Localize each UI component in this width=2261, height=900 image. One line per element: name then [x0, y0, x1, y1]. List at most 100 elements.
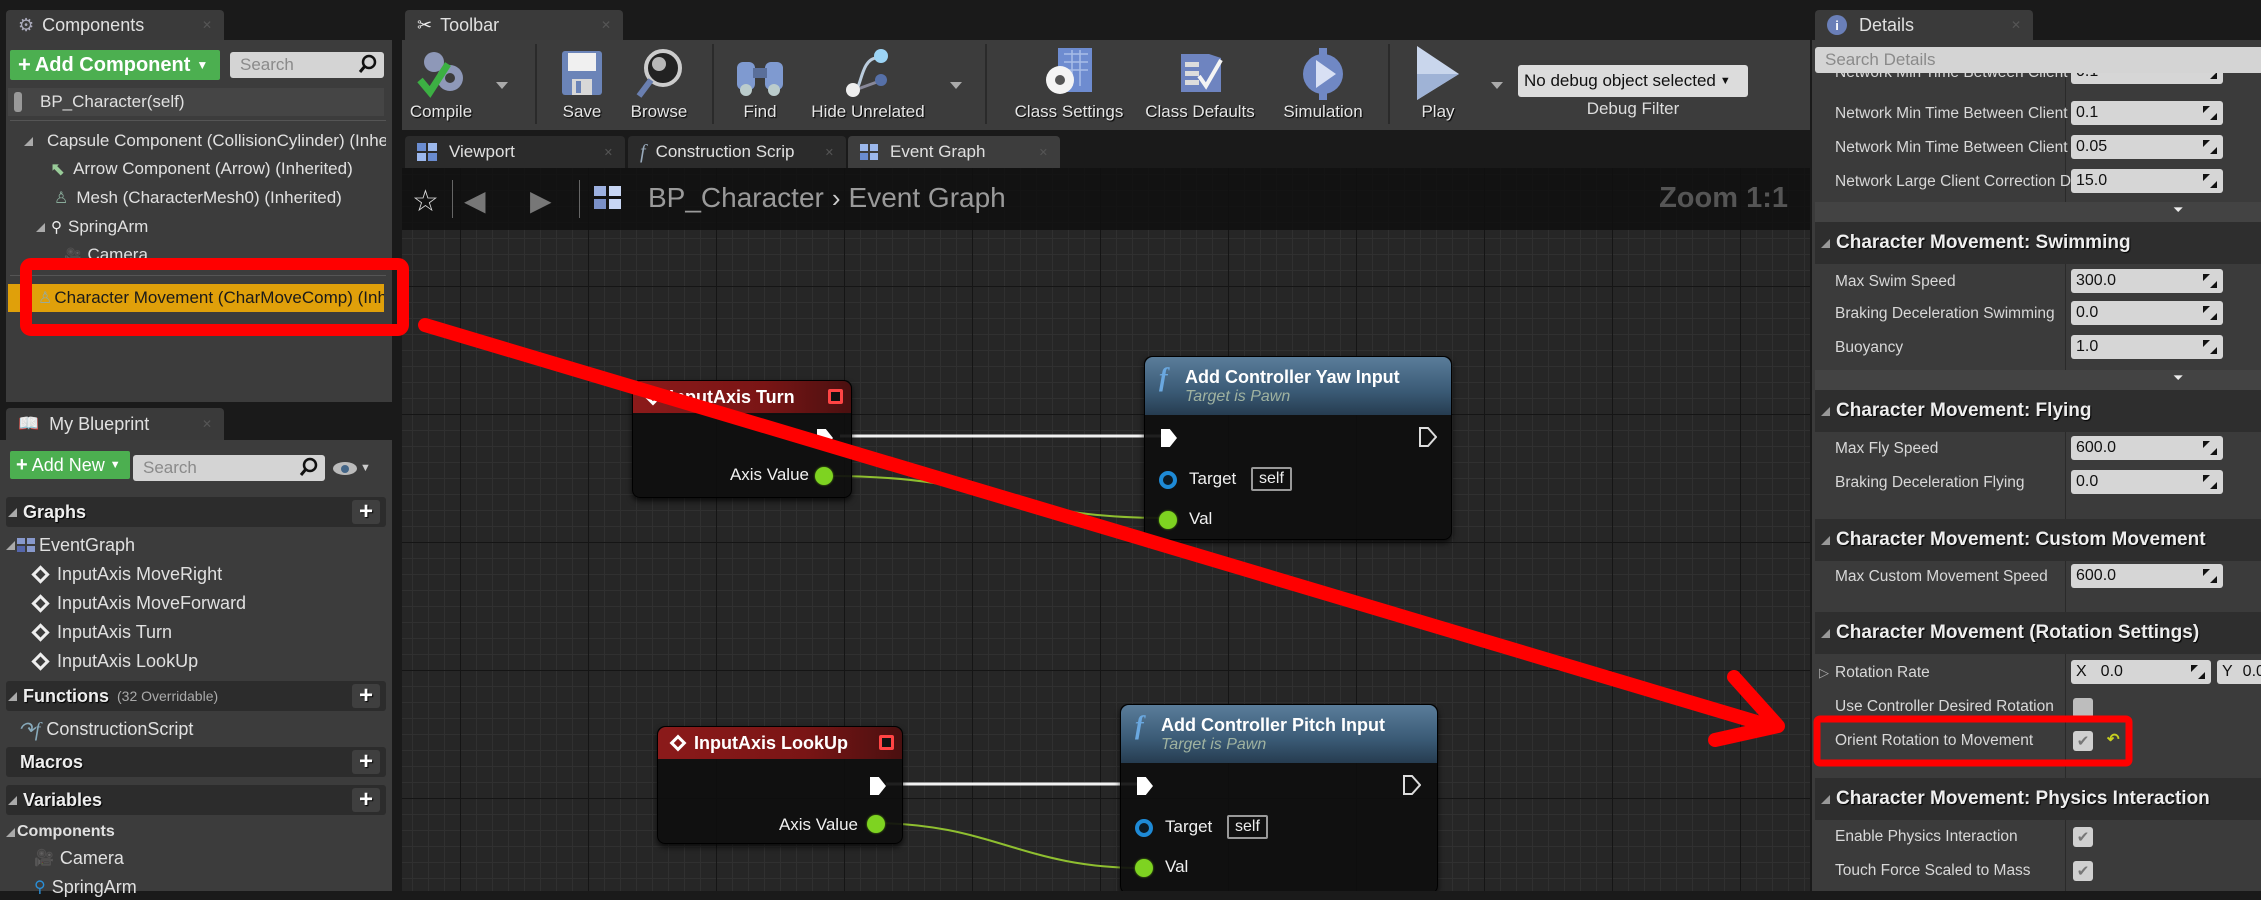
spin-icon[interactable] — [2203, 174, 2217, 188]
event-item[interactable]: InputAxis LookUp — [31, 648, 198, 674]
components-tab[interactable]: ⚙ Components ✕ — [6, 10, 224, 40]
spin-icon[interactable] — [2203, 306, 2217, 320]
node-add-controller-pitch-input[interactable]: f Add Controller Pitch Input Target is P… — [1120, 704, 1438, 891]
exec-in-pin[interactable] — [1137, 777, 1153, 795]
value-field[interactable]: 0.0 — [2071, 470, 2223, 494]
tree-item-camera[interactable]: 🎥 Camera — [64, 244, 148, 266]
exec-in-pin[interactable] — [1161, 429, 1177, 447]
val-pin[interactable] — [1135, 859, 1153, 877]
section-physics-interaction[interactable]: Character Movement: Physics Interaction — [1815, 778, 2261, 820]
value-field[interactable]: 0.05 — [2071, 135, 2223, 159]
tab-event-graph[interactable]: Event Graph ✕ — [848, 136, 1060, 168]
value-field[interactable]: 0.0 — [2071, 301, 2223, 325]
simulation-button[interactable]: Simulation — [1276, 44, 1370, 128]
event-graph-item[interactable]: EventGraph — [6, 532, 135, 558]
view-options-button[interactable]: ▼ — [333, 458, 378, 478]
my-blueprint-tab[interactable]: 📖 My Blueprint ✕ — [6, 408, 224, 440]
enable-physics-interaction-checkbox[interactable]: ✔ — [2073, 827, 2093, 847]
play-button[interactable]: Play — [1408, 44, 1468, 128]
event-item[interactable]: InputAxis Turn — [31, 619, 172, 645]
spin-icon[interactable] — [2203, 106, 2217, 120]
variable-item[interactable]: 🎥 Camera — [34, 845, 124, 871]
add-graph-button[interactable]: + — [352, 498, 380, 525]
expand-arrow-icon[interactable] — [1821, 406, 1830, 416]
expand-arrow-icon[interactable] — [6, 827, 15, 837]
target-pin[interactable] — [1159, 471, 1177, 489]
event-graph-canvas[interactable]: ☆ ◀ ▶ BP_Character › Event Graph Zoom 1:… — [402, 168, 1810, 891]
add-variable-button[interactable]: + — [352, 786, 380, 813]
variables-section[interactable]: Variables + — [6, 785, 386, 815]
toolbar-tab[interactable]: ✂ Toolbar ✕ — [405, 10, 623, 40]
tab-viewport[interactable]: Viewport ✕ — [405, 136, 625, 168]
graphs-section[interactable]: Graphs + — [6, 497, 386, 527]
exec-out-pin[interactable] — [817, 429, 833, 447]
value-field[interactable]: 600.0 — [2071, 436, 2223, 460]
save-button[interactable]: Save — [555, 44, 609, 128]
exec-out-pin[interactable] — [1403, 775, 1421, 795]
expand-arrow-icon[interactable] — [1821, 238, 1830, 248]
close-icon[interactable]: ✕ — [601, 18, 611, 32]
expand-arrow-icon[interactable] — [8, 507, 17, 517]
value-field[interactable]: 15.0 — [2071, 169, 2223, 193]
compile-button[interactable]: Compile — [406, 44, 476, 128]
exec-out-pin[interactable] — [1419, 427, 1437, 447]
play-options-dropdown[interactable] — [1491, 82, 1503, 89]
axis-value-pin[interactable] — [815, 467, 833, 485]
tree-item-character-movement[interactable]: ♙ Character Movement (CharMoveComp) (Inh… — [8, 284, 384, 312]
section-rotation-settings[interactable]: Character Movement (Rotation Settings) — [1815, 612, 2261, 654]
functions-section[interactable]: Functions (32 Overridable) + — [6, 681, 386, 711]
rotation-x-field[interactable]: X 0.0 — [2071, 660, 2211, 684]
target-default-value[interactable]: self — [1251, 467, 1292, 491]
touch-force-scaled-to-mass-checkbox[interactable]: ✔ — [2073, 861, 2093, 881]
hide-unrelated-options-dropdown[interactable] — [950, 82, 962, 89]
add-function-button[interactable]: + — [352, 682, 380, 709]
expand-arrow-icon[interactable]: ▷ — [1819, 665, 1829, 681]
value-field[interactable]: 0.1 — [2071, 101, 2223, 125]
target-pin[interactable] — [1135, 819, 1153, 837]
macros-section[interactable]: Macros + — [6, 747, 386, 777]
axis-value-pin[interactable] — [867, 815, 885, 833]
advanced-expander[interactable]: ⏷ — [1815, 370, 2261, 390]
value-field[interactable]: 1.0 — [2071, 335, 2223, 359]
expand-arrow-icon[interactable] — [1821, 628, 1830, 638]
use-controller-desired-rotation-checkbox[interactable] — [2073, 698, 2093, 718]
close-icon[interactable]: ✕ — [825, 146, 834, 159]
expand-arrow-icon[interactable] — [24, 136, 33, 146]
expand-arrow-icon[interactable] — [1821, 794, 1830, 804]
node-inputaxis-lookup[interactable]: InputAxis LookUp Axis Value — [657, 726, 903, 844]
compile-options-dropdown[interactable] — [496, 82, 508, 89]
find-button[interactable]: Find — [730, 44, 790, 128]
event-item[interactable]: InputAxis MoveRight — [31, 561, 222, 587]
close-icon[interactable]: ✕ — [604, 146, 613, 159]
hide-unrelated-button[interactable]: Hide Unrelated — [808, 44, 928, 128]
value-field[interactable]: 600.0 — [2071, 564, 2223, 588]
event-item[interactable]: InputAxis MoveForward — [31, 590, 246, 616]
expand-arrow-icon[interactable] — [1821, 535, 1830, 545]
expand-arrow-icon[interactable] — [8, 691, 17, 701]
spin-icon[interactable] — [2203, 569, 2217, 583]
orient-rotation-to-movement-checkbox[interactable]: ✔ — [2073, 731, 2093, 751]
class-settings-button[interactable]: Class Settings — [1008, 44, 1130, 128]
tree-item-mesh[interactable]: ♙ Mesh (CharacterMesh0) (Inherited) — [54, 185, 342, 211]
spin-icon[interactable] — [2203, 274, 2217, 288]
value-field[interactable]: 300.0 — [2071, 269, 2223, 293]
section-swimming[interactable]: Character Movement: Swimming — [1815, 222, 2261, 264]
rotation-y-field[interactable]: Y 0.0 — [2217, 660, 2261, 684]
add-macro-button[interactable]: + — [352, 748, 380, 775]
class-defaults-button[interactable]: Class Defaults — [1143, 44, 1257, 128]
component-root[interactable]: BP_Character(self) — [8, 88, 384, 116]
close-icon[interactable]: ✕ — [202, 417, 212, 431]
spin-icon[interactable] — [2191, 665, 2205, 679]
tree-item-arrow[interactable]: ⬉ Arrow Component (Arrow) (Inherited) — [50, 156, 353, 182]
browse-button[interactable]: Browse — [624, 44, 694, 128]
spin-icon[interactable] — [2203, 475, 2217, 489]
add-new-button[interactable]: + Add New ▼ — [10, 451, 130, 479]
advanced-expander[interactable]: ⏷ — [1815, 202, 2261, 222]
details-tab[interactable]: i Details ✕ — [1815, 10, 2033, 40]
spin-icon[interactable] — [2203, 441, 2217, 455]
spin-icon[interactable] — [2203, 140, 2217, 154]
spin-icon[interactable] — [2203, 340, 2217, 354]
exec-out-pin[interactable] — [870, 777, 886, 795]
expand-arrow-icon[interactable] — [8, 795, 17, 805]
section-flying[interactable]: Character Movement: Flying — [1815, 390, 2261, 432]
